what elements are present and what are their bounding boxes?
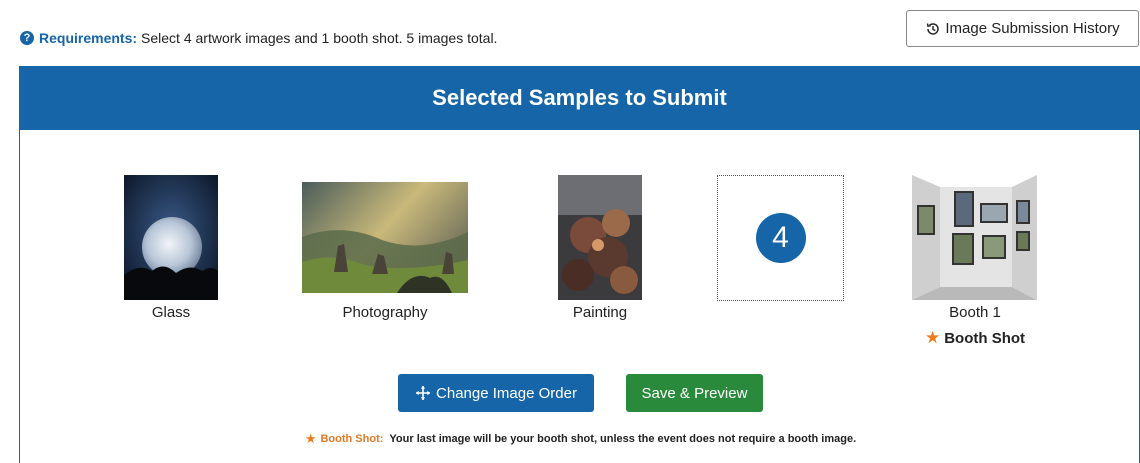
help-icon: ? (20, 31, 34, 45)
photography-thumbnail[interactable] (302, 182, 468, 293)
requirements-label: Requirements: (39, 30, 138, 46)
booth-thumbnail[interactable] (912, 175, 1037, 300)
painting-thumbnail[interactable] (558, 175, 642, 300)
requirements-text: Select 4 artwork images and 1 booth shot… (141, 30, 498, 46)
panel-title: Selected Samples to Submit (20, 66, 1139, 130)
sample-caption-booth: Booth 1 (949, 304, 1001, 321)
save-preview-button[interactable]: Save & Preview (626, 374, 763, 412)
star-icon: ★ (924, 328, 941, 347)
note-label: Booth Shot: (320, 433, 384, 445)
requirements-line: ? Requirements: Select 4 artwork images … (20, 30, 497, 46)
note-star-icon: ★ (304, 431, 317, 446)
booth-shot-note: ★ Booth Shot: Your last image will be yo… (20, 431, 1140, 447)
change-image-order-button[interactable]: Change Image Order (398, 374, 594, 412)
selected-samples-panel: Selected Samples to Submit 4 Glass Photo… (19, 66, 1140, 463)
submission-page: ? Requirements: Select 4 artwork images … (0, 0, 1140, 463)
empty-slot-4[interactable]: 4 (717, 175, 844, 301)
move-icon (416, 386, 431, 400)
booth-shot-badge: ★ Booth Shot (920, 328, 1030, 348)
booth-shot-label: Booth Shot (944, 329, 1026, 347)
sample-caption-photography: Photography (342, 304, 428, 321)
sample-caption-glass: Glass (151, 304, 191, 321)
note-text: Your last image will be your booth shot,… (389, 433, 857, 445)
image-submission-history-button[interactable]: Image Submission History (906, 10, 1139, 47)
history-icon (927, 22, 940, 35)
change-order-label: Change Image Order (436, 384, 577, 402)
glass-thumbnail[interactable] (124, 175, 218, 300)
history-button-label: Image Submission History (945, 20, 1120, 37)
sample-caption-painting: Painting (572, 304, 628, 321)
slot-number-badge: 4 (755, 213, 806, 263)
